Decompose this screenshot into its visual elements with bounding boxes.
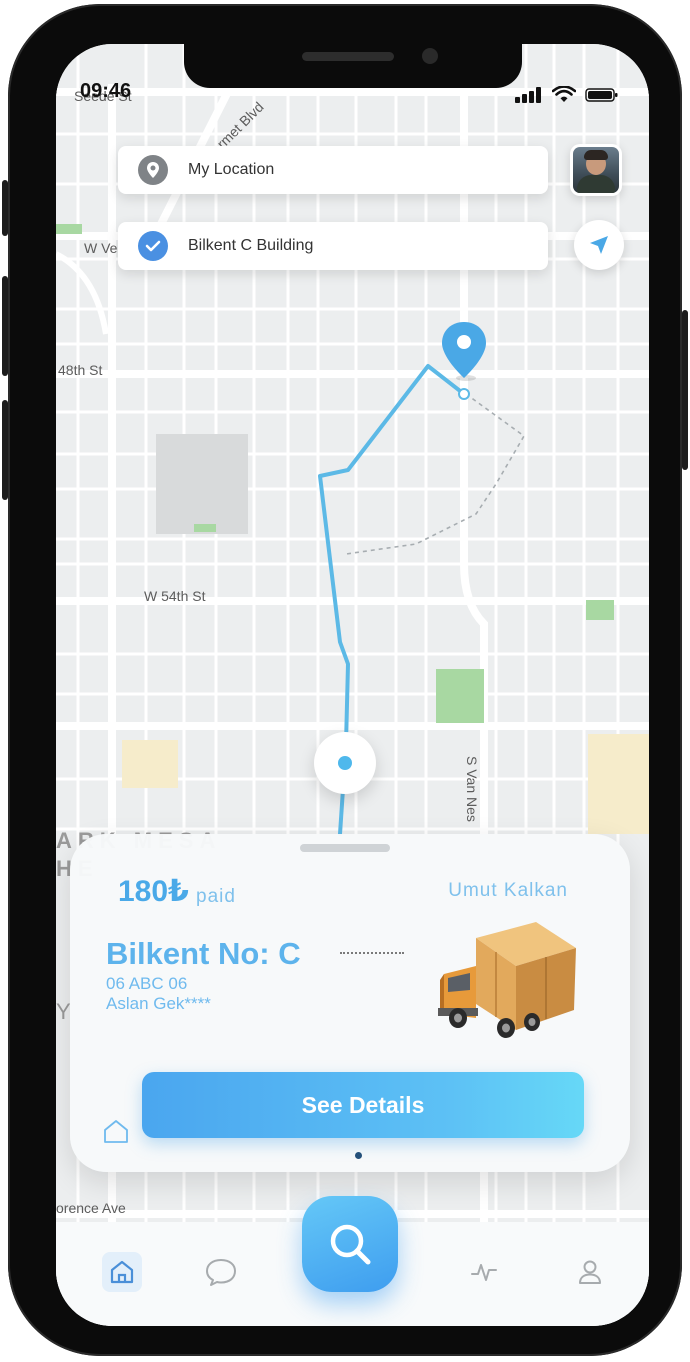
front-camera (422, 48, 438, 64)
destination-title: Bilkent No: C (106, 936, 301, 971)
nav-profile[interactable] (570, 1252, 610, 1292)
search-button[interactable] (302, 1196, 398, 1292)
speaker (302, 52, 394, 61)
avatar[interactable] (570, 144, 622, 196)
dotted-divider (340, 952, 404, 954)
current-location-marker-icon (314, 732, 376, 794)
signal-icon (515, 87, 541, 103)
wifi-icon (552, 86, 576, 102)
street-label: S Van Nes (464, 756, 480, 822)
home-icon (110, 1260, 134, 1284)
volume-up-button (2, 276, 8, 376)
from-location-field[interactable]: My Location (118, 146, 548, 194)
profile-icon (579, 1260, 601, 1284)
search-icon (330, 1224, 371, 1265)
navigation-arrow-icon (590, 236, 608, 254)
status-icons (515, 86, 619, 104)
page-indicator (355, 1152, 362, 1159)
activity-icon (471, 1264, 497, 1281)
nav-home[interactable] (102, 1252, 142, 1292)
price: 180₺ (118, 875, 189, 908)
from-location-label: My Location (188, 161, 275, 178)
street-label: W 54th St (144, 588, 206, 604)
nav-activity[interactable] (464, 1252, 504, 1292)
street-label: W Ve (84, 240, 118, 256)
home-outline-icon[interactable] (102, 1118, 130, 1149)
mute-switch (2, 180, 8, 236)
delivery-truck-icon (436, 918, 582, 1049)
chat-icon (206, 1259, 236, 1286)
driver-name: Umut Kalkan (448, 880, 568, 901)
volume-down-button (2, 400, 8, 500)
navigate-button[interactable] (574, 220, 624, 270)
nav-chat[interactable] (201, 1252, 241, 1292)
street-label: orence Ave (56, 1200, 126, 1216)
power-button (682, 310, 688, 470)
status-time: 09:46 (80, 80, 132, 102)
screen: Seede St ermet Blvd W Ve 48th St W 54th … (56, 44, 649, 1326)
phone-frame: Seede St ermet Blvd W Ve 48th St W 54th … (2, 4, 688, 1356)
to-location-field[interactable]: Bilkent C Building (118, 222, 548, 270)
location-pin-icon (138, 155, 168, 185)
street-label: 48th St (58, 362, 103, 378)
notch (184, 44, 522, 88)
check-circle-icon (138, 231, 168, 261)
sheet-drag-handle[interactable] (300, 844, 390, 852)
to-location-label: Bilkent C Building (188, 237, 314, 254)
see-details-button[interactable]: See Details (142, 1072, 584, 1138)
owner-name: Aslan Gek**** (106, 994, 211, 1013)
battery-icon (585, 88, 618, 102)
price-status: paid (196, 886, 236, 907)
user-photo (573, 147, 619, 193)
delivery-card[interactable]: 180₺ paid Umut Kalkan Bilkent No: C 06 A… (70, 834, 630, 1172)
license-plate: 06 ABC 06 (106, 974, 188, 993)
